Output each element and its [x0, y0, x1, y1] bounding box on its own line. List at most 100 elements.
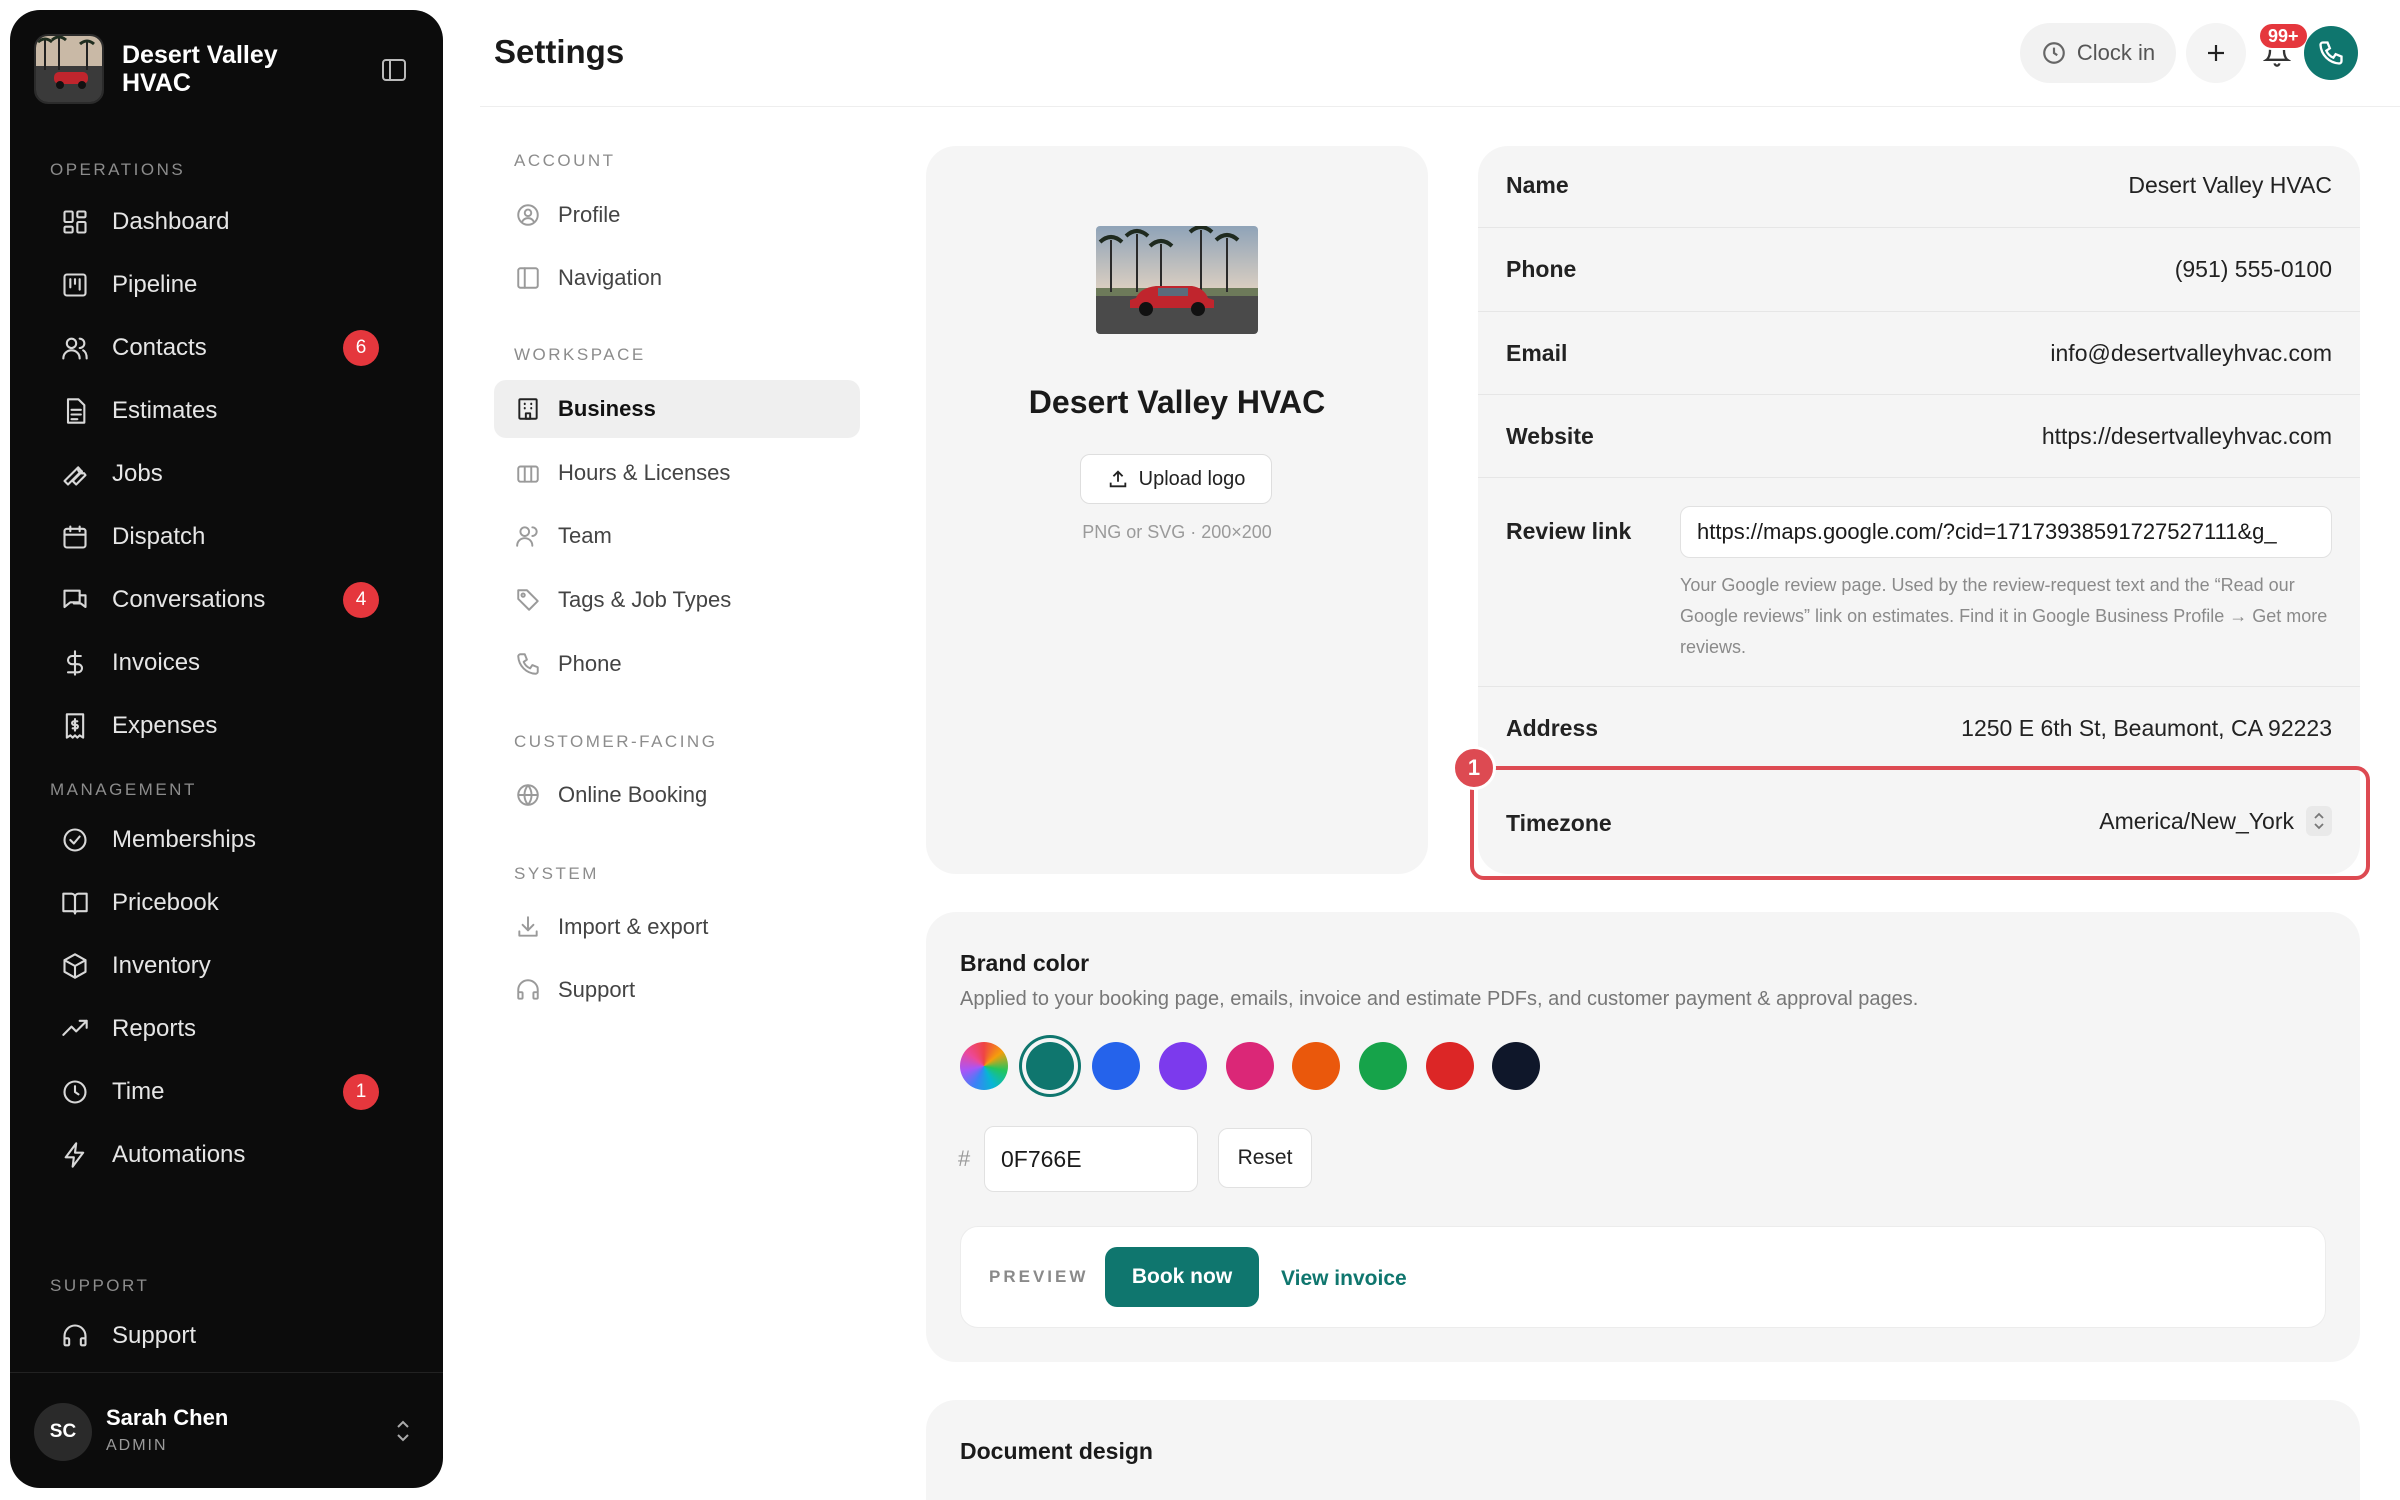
- box-icon: [60, 951, 90, 981]
- settings-section-account: ACCOUNT: [514, 151, 616, 170]
- website-row[interactable]: Website https://desertvalleyhvac.com: [1478, 395, 2360, 478]
- document-design-title: Document design: [960, 1438, 1153, 1464]
- bolt-icon: [60, 1140, 90, 1170]
- download-icon: [514, 913, 542, 941]
- settings-item-label: Business: [558, 396, 656, 421]
- settings-item-label: Phone: [558, 651, 622, 676]
- clock-icon: [2043, 42, 2065, 64]
- badge-check-icon: [60, 825, 90, 855]
- settings-item-label: Navigation: [558, 265, 662, 290]
- name-row[interactable]: Name Desert Valley HVAC: [1478, 146, 2360, 228]
- phone-row[interactable]: Phone (951) 555-0100: [1478, 228, 2360, 312]
- timezone-highlight-annotation: [1470, 766, 2370, 880]
- phone-call-button[interactable]: [2304, 26, 2358, 80]
- settings-item-label: Support: [558, 977, 636, 1002]
- clock-in-label: Clock in: [2076, 40, 2156, 65]
- settings-item-navigation[interactable]: Navigation: [494, 249, 860, 307]
- sidebar-item-estimates[interactable]: Estimates: [34, 383, 419, 439]
- sidebar-item-memberships[interactable]: Memberships: [34, 812, 419, 868]
- reset-color-button[interactable]: Reset: [1218, 1128, 1312, 1188]
- swatch-green[interactable]: [1359, 1042, 1407, 1090]
- brand-header[interactable]: Desert Valley HVAC: [34, 34, 419, 104]
- settings-item-business[interactable]: Business: [494, 380, 860, 438]
- phone-value[interactable]: (951) 555-0100: [2175, 256, 2332, 283]
- sidebar-item-label: Time: [112, 1078, 165, 1105]
- sidebar-item-automations[interactable]: Automations: [34, 1127, 419, 1183]
- email-value[interactable]: info@desertvalleyhvac.com: [2050, 340, 2332, 367]
- sidebar-item-label: Invoices: [112, 649, 201, 676]
- sidebar-item-conversations[interactable]: Conversations 4: [34, 572, 419, 628]
- sidebar-item-inventory[interactable]: Inventory: [34, 938, 419, 994]
- sidebar-item-time[interactable]: Time 1: [34, 1064, 419, 1120]
- sidebar-item-support[interactable]: Support: [34, 1308, 419, 1364]
- sidebar-item-invoices[interactable]: Invoices: [34, 635, 419, 691]
- sidebar-item-reports[interactable]: Reports: [34, 1001, 419, 1057]
- upload-logo-button[interactable]: Upload logo: [1080, 454, 1272, 504]
- hex-color-input[interactable]: 0F766E: [984, 1126, 1198, 1192]
- dashboard-icon: [60, 207, 90, 237]
- sidebar-item-jobs[interactable]: Jobs: [34, 446, 419, 502]
- phone-icon: [514, 650, 542, 678]
- user-circle-icon: [514, 201, 542, 229]
- swatch-orange[interactable]: [1292, 1042, 1340, 1090]
- clock-icon: [60, 1077, 90, 1107]
- review-link-input[interactable]: https://maps.google.com/?cid=17173938591…: [1680, 506, 2332, 558]
- sidebar-item-contacts[interactable]: Contacts 6: [34, 320, 419, 376]
- settings-item-import-export[interactable]: Import & export: [494, 898, 860, 956]
- name-value[interactable]: Desert Valley HVAC: [2128, 172, 2332, 199]
- sidebar-item-dashboard[interactable]: Dashboard: [34, 194, 419, 250]
- website-value[interactable]: https://desertvalleyhvac.com: [2042, 423, 2332, 450]
- time-count-badge: 1: [343, 1074, 379, 1110]
- settings-item-hours-licenses[interactable]: Hours & Licenses: [494, 444, 860, 502]
- settings-item-tags-job-types[interactable]: Tags & Job Types: [494, 571, 860, 629]
- sidebar-item-pricebook[interactable]: Pricebook: [34, 875, 419, 931]
- business-logo-card: Desert Valley HVAC Upload logo PNG or SV…: [926, 146, 1428, 874]
- estimates-icon: [60, 396, 90, 426]
- email-row[interactable]: Email info@desertvalleyhvac.com: [1478, 312, 2360, 395]
- sidebar-item-expenses[interactable]: Expenses: [34, 698, 419, 754]
- chevron-up-down-icon: [393, 1418, 413, 1444]
- conversations-count-badge: 4: [343, 582, 379, 618]
- swatch-pink[interactable]: [1226, 1042, 1274, 1090]
- sidebar-toggle-icon[interactable]: [380, 56, 408, 84]
- custom-color-swatch[interactable]: [960, 1042, 1008, 1090]
- name-label: Name: [1506, 172, 1569, 198]
- swatch-navy[interactable]: [1492, 1042, 1540, 1090]
- settings-item-label: Online Booking: [558, 782, 708, 807]
- address-row[interactable]: Address 1250 E 6th St, Beaumont, CA 9222…: [1478, 686, 2360, 770]
- preview-label: PREVIEW: [989, 1267, 1089, 1286]
- settings-item-profile[interactable]: Profile: [494, 186, 860, 244]
- page-title: Settings: [494, 33, 625, 70]
- upload-logo-label: Upload logo: [1138, 467, 1246, 490]
- view-invoice-preview-link[interactable]: View invoice: [1281, 1267, 1407, 1291]
- sidebar-item-label: Automations: [112, 1141, 246, 1168]
- brand-name: Desert Valley HVAC: [122, 41, 278, 97]
- trend-icon: [60, 1014, 90, 1044]
- address-value[interactable]: 1250 E 6th St, Beaumont, CA 92223: [1961, 715, 2332, 742]
- user-role: ADMIN: [106, 1437, 168, 1454]
- header-divider: [480, 106, 2400, 107]
- swatch-purple[interactable]: [1159, 1042, 1207, 1090]
- sidebar-item-dispatch[interactable]: Dispatch: [34, 509, 419, 565]
- upload-icon: [1109, 470, 1126, 488]
- settings-item-online-booking[interactable]: Online Booking: [494, 766, 860, 824]
- book-now-preview-button[interactable]: Book now: [1105, 1247, 1259, 1307]
- sidebar-item-label: Dispatch: [112, 523, 206, 550]
- settings-section-workspace: WORKSPACE: [514, 345, 646, 364]
- user-menu[interactable]: SC Sarah Chen ADMIN: [10, 1372, 443, 1488]
- book-icon: [60, 888, 90, 918]
- sidebar-item-pipeline[interactable]: Pipeline: [34, 257, 419, 313]
- settings-item-label: Tags & Job Types: [558, 587, 732, 612]
- swatch-blue[interactable]: [1092, 1042, 1140, 1090]
- swatch-teal[interactable]: [1026, 1042, 1074, 1090]
- swatch-red[interactable]: [1426, 1042, 1474, 1090]
- clock-in-button[interactable]: Clock in: [2020, 23, 2176, 83]
- settings-item-team[interactable]: Team: [494, 507, 860, 565]
- phone-icon: [2319, 41, 2343, 65]
- settings-item-phone[interactable]: Phone: [494, 635, 860, 693]
- user-name: Sarah Chen: [106, 1405, 229, 1430]
- sidebar-item-label: Memberships: [112, 826, 257, 853]
- tag-icon: [514, 586, 542, 614]
- add-button[interactable]: [2186, 23, 2246, 83]
- settings-item-support[interactable]: Support: [494, 961, 860, 1019]
